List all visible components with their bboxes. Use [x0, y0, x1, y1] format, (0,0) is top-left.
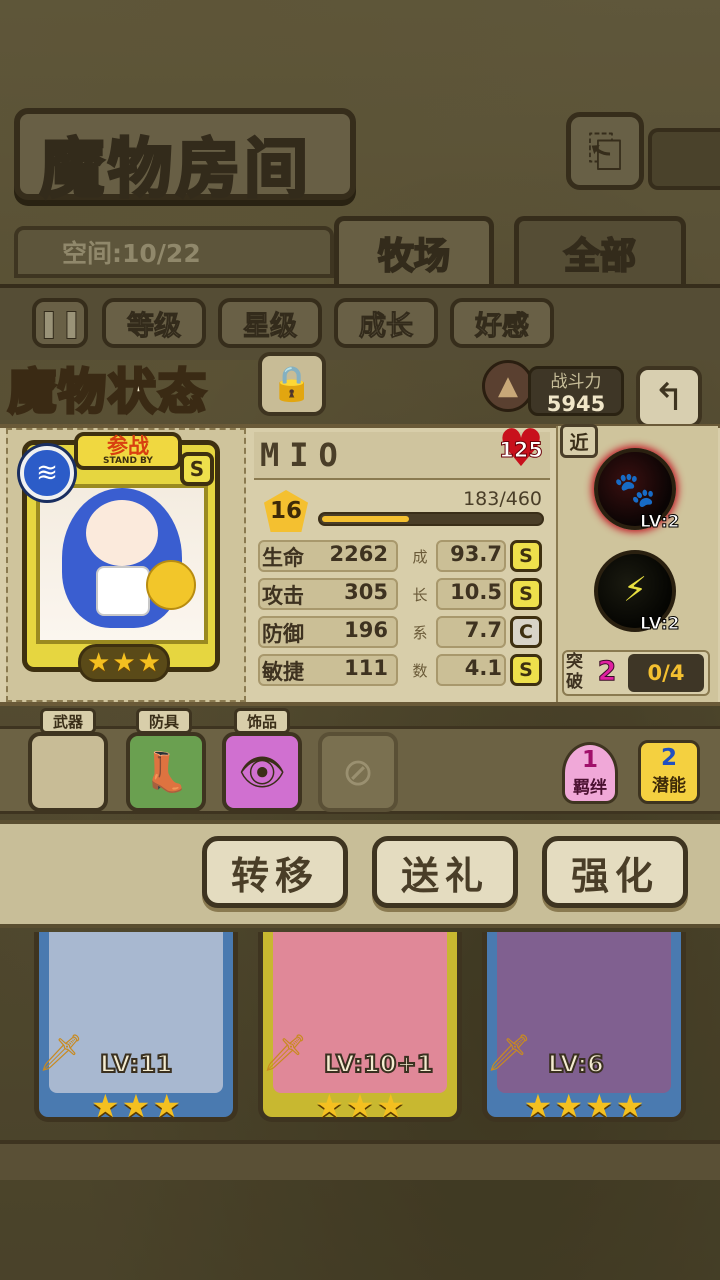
star-icon: ★: [87, 648, 111, 678]
star-icon: ★: [615, 1087, 645, 1125]
star-icon: ★: [90, 1087, 120, 1125]
rank-badge: S: [180, 452, 214, 486]
exp-bar-fill: [322, 516, 409, 522]
growth-value: 10.5: [450, 580, 502, 604]
exp-text: 183/460: [463, 488, 542, 510]
accessory-label: 饰品: [234, 708, 290, 734]
bond-label: 羁绊: [573, 778, 607, 798]
monster-face: [86, 500, 158, 566]
star-icon: ★: [376, 1087, 406, 1125]
potential-label: 潜能: [652, 776, 686, 796]
bottom-strip: [0, 1140, 720, 1180]
sword-icon: 🗡: [38, 1033, 84, 1074]
bell-icon: [146, 560, 196, 610]
growth-label-char: 数: [412, 662, 428, 680]
grade-badge: S: [510, 654, 542, 686]
boot-icon: 👢: [142, 749, 190, 794]
star-rating: ★ ★ ★: [78, 644, 170, 682]
lock-icon: 🔒: [270, 364, 314, 404]
star-icon: ★: [121, 1087, 151, 1125]
star-icon: ★: [523, 1087, 553, 1125]
gift-button[interactable]: 送礼: [372, 836, 518, 908]
star-icon: ★: [345, 1087, 375, 1125]
paw-icon: 🐾: [613, 470, 657, 510]
star-icon: ★: [554, 1087, 583, 1125]
combat-power-value: 5945: [546, 392, 606, 416]
sword-icon: 🗡: [262, 1033, 308, 1074]
monster-body: [96, 566, 150, 616]
monster-list-stars: ★ ★ ★: [288, 1086, 432, 1126]
transfer-button[interactable]: 转移: [202, 836, 348, 908]
stat-value: 305: [344, 580, 388, 604]
lock-button[interactable]: 🔒: [258, 352, 326, 416]
monster-list-stars: ★ ★ ★: [64, 1086, 208, 1126]
armor-slot[interactable]: 👢: [126, 732, 206, 812]
stat-value: 2262: [329, 542, 388, 566]
growth-label-char: 成: [412, 548, 428, 566]
stat-value: 111: [344, 656, 388, 680]
combat-power-box: 战斗力 5945: [528, 366, 624, 416]
power-emblem-icon: ▲: [482, 360, 534, 412]
attack-range-tag: 近: [560, 424, 598, 458]
stat-label: 生命: [262, 546, 304, 570]
combat-power-label: 战斗力: [550, 372, 602, 392]
water-icon: ≋: [20, 446, 74, 500]
growth-label-char: 长: [412, 586, 428, 604]
grade-badge: S: [510, 578, 542, 610]
growth-value: 93.7: [450, 542, 502, 566]
enhance-button[interactable]: 强化: [542, 836, 688, 908]
breakthrough-count: 0/4: [628, 654, 704, 692]
monster-list-level: LV:11: [99, 1049, 173, 1079]
monster-list-level: LV:6: [547, 1049, 605, 1079]
weapon-slot[interactable]: [28, 732, 108, 812]
star-icon: ★: [152, 1087, 182, 1125]
skill-1-level: LV:2: [640, 512, 681, 533]
star-icon: ★: [314, 1087, 344, 1125]
close-status-button[interactable]: ↰: [636, 366, 702, 428]
stat-label: 敏捷: [262, 660, 304, 684]
affection-value: 125: [499, 438, 544, 463]
monster-list-stars: ★ ★ ★ ★: [512, 1086, 656, 1126]
bond-count: 1: [581, 747, 598, 773]
return-arrow-icon: ↰: [653, 375, 685, 419]
standby-badge: 参战 STAND BY: [74, 432, 182, 470]
standby-label-en: STAND BY: [103, 456, 153, 466]
star-icon: ★: [112, 648, 136, 678]
grade-badge: C: [510, 616, 542, 648]
breakthrough-label: 突破: [566, 652, 583, 692]
growth-value: 4.1: [464, 656, 502, 680]
potential-count: 2: [660, 745, 677, 771]
breakthrough-value: 2: [597, 656, 617, 688]
accessory-slot[interactable]: 👁: [222, 732, 302, 812]
potential-button[interactable]: 2 潜能: [638, 740, 700, 804]
growth-value: 7.7: [464, 618, 502, 642]
growth-label-char: 系: [412, 624, 428, 642]
locked-slot: ⊘: [318, 732, 398, 812]
sword-icon: 🗡: [486, 1033, 532, 1074]
armor-label: 防具: [136, 708, 192, 734]
bond-button[interactable]: 1 羁绊: [562, 742, 618, 804]
weapon-label: 武器: [40, 708, 96, 734]
stat-label: 攻击: [262, 584, 304, 608]
monster-list-level: LV:10+1: [323, 1049, 434, 1079]
skill-2-level: LV:2: [640, 614, 681, 635]
eye-amulet-icon: 👁: [237, 749, 287, 794]
stat-value: 196: [344, 618, 388, 642]
standby-label: 参战: [107, 434, 149, 458]
grade-badge: S: [510, 540, 542, 572]
prohibited-icon: ⊘: [342, 750, 374, 794]
status-title: 魔物状态: [6, 363, 209, 422]
lightning-icon: ⚡: [623, 570, 647, 610]
star-icon: ★: [585, 1087, 614, 1125]
stat-label: 防御: [262, 622, 304, 646]
star-icon: ★: [137, 648, 161, 678]
monster-name: MIO: [260, 436, 348, 474]
